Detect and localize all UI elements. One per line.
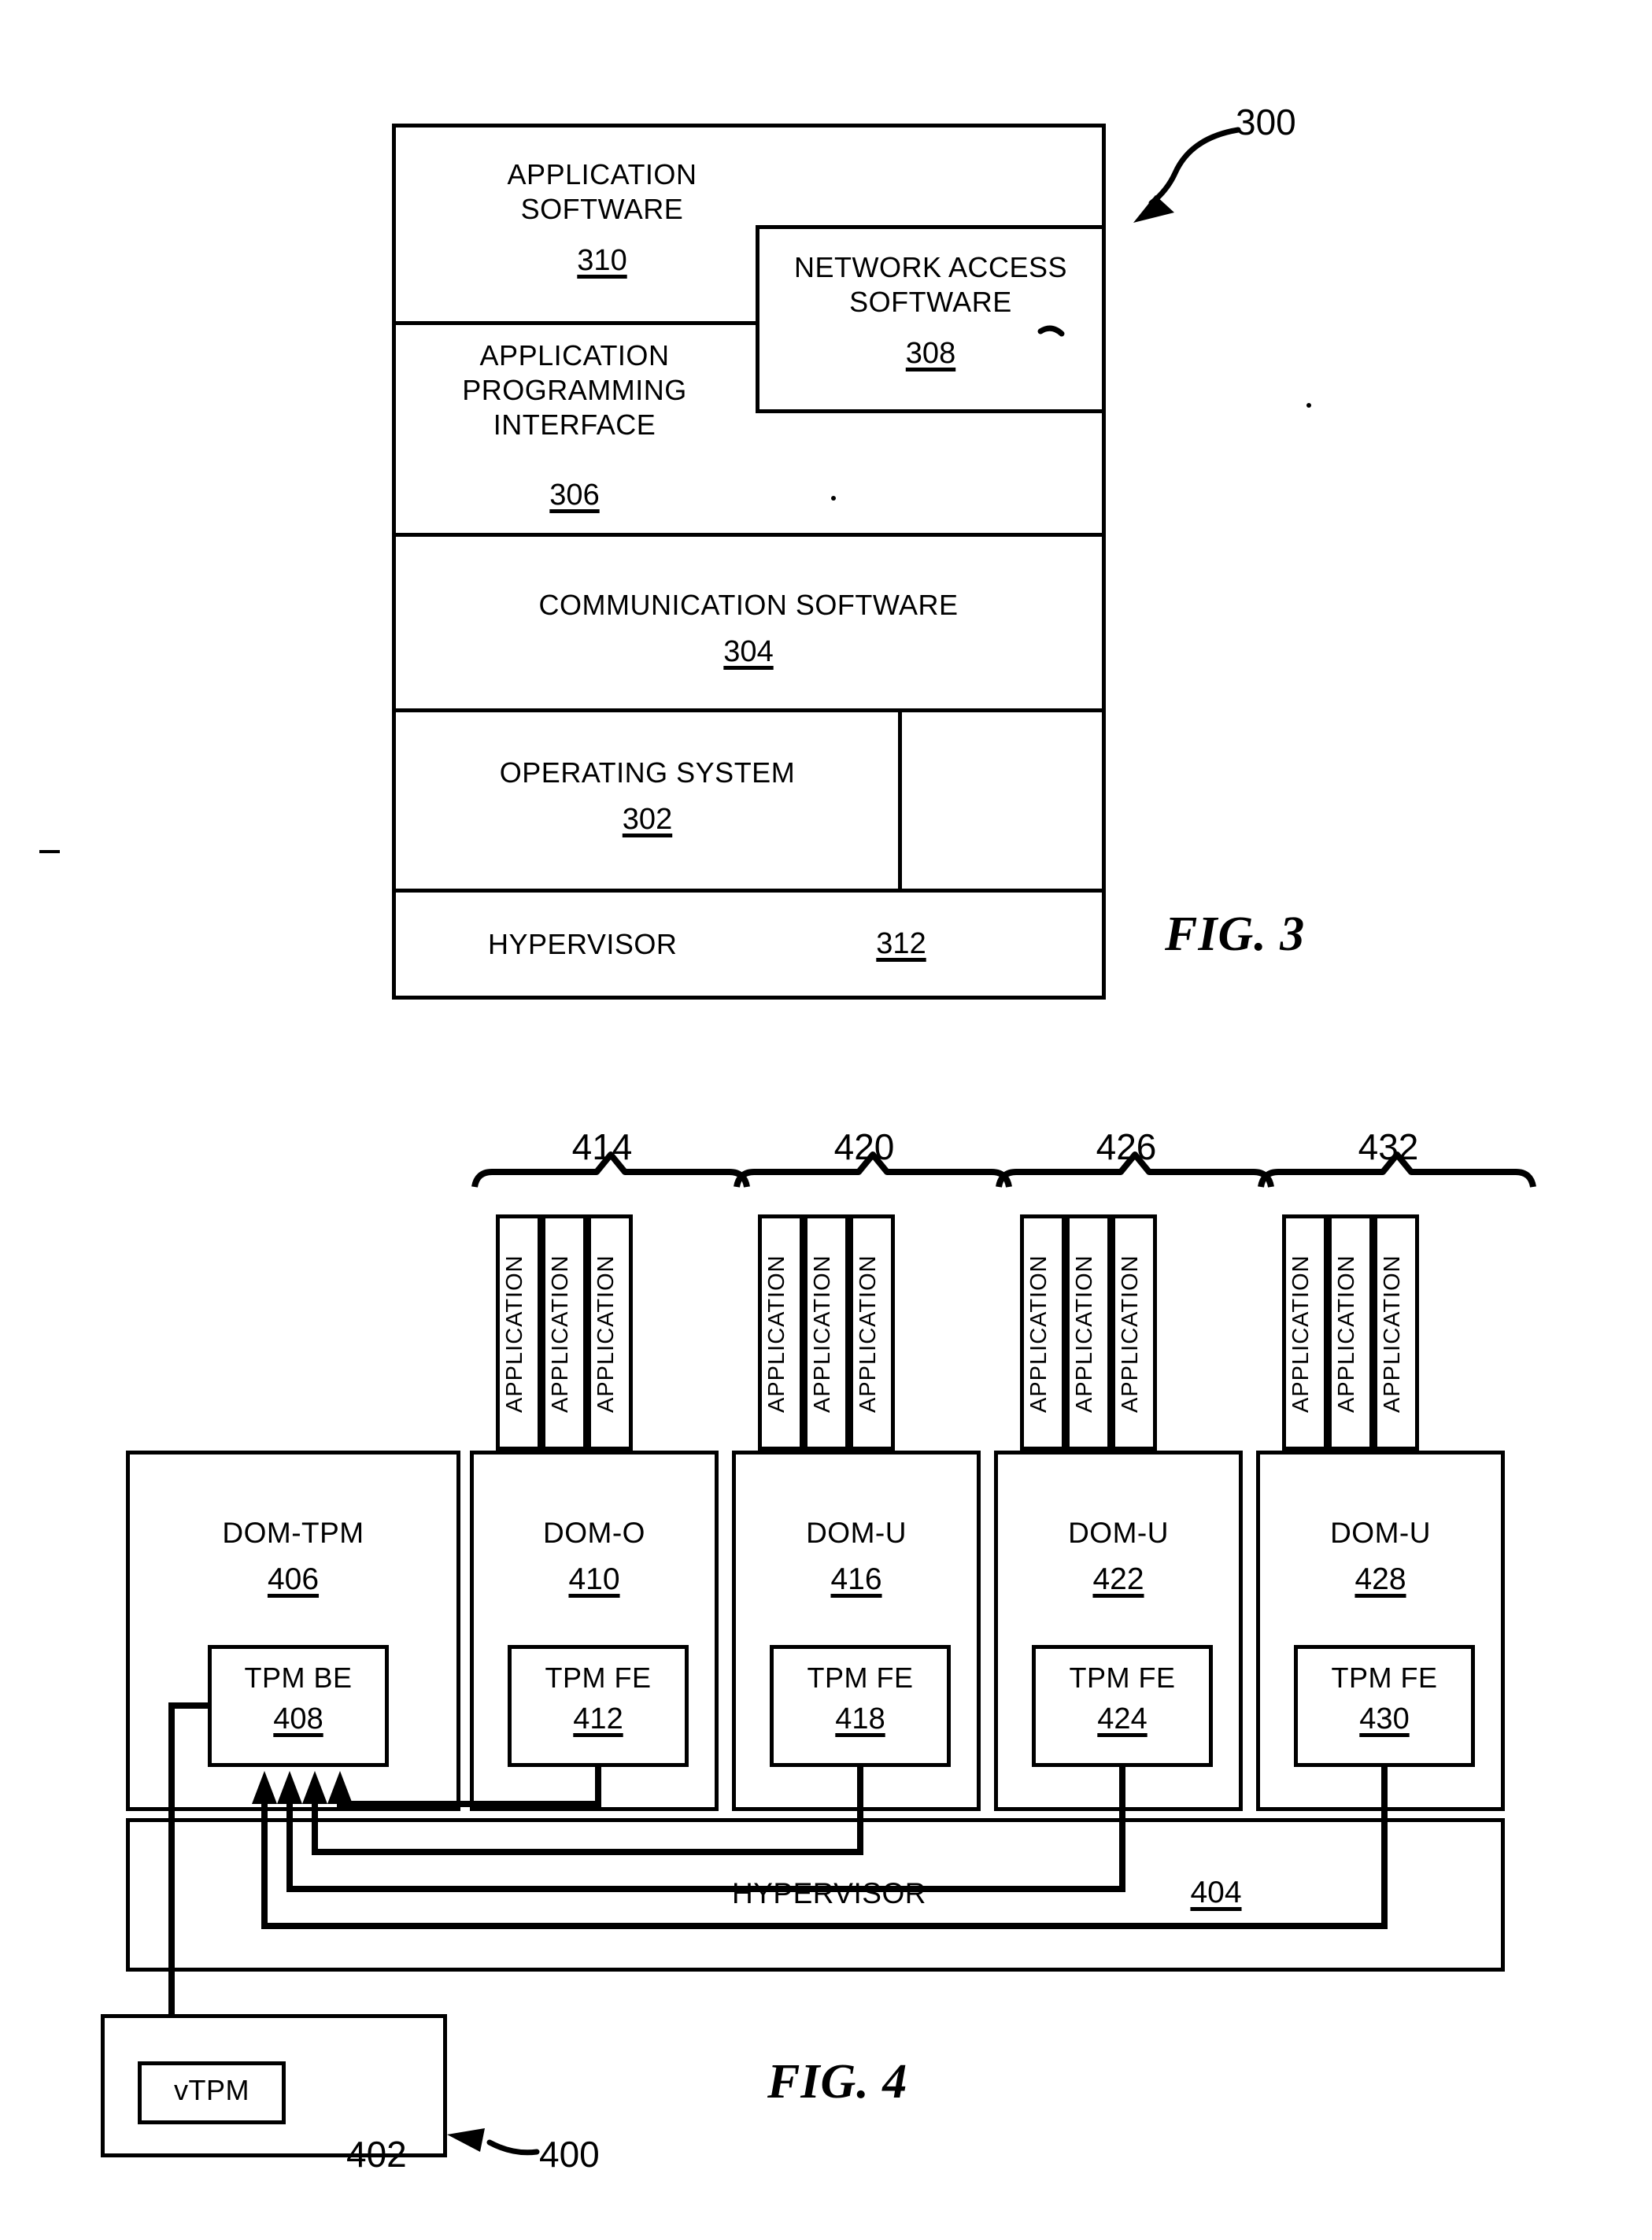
fig4-app-column-426-1-label: APPLICATION: [1026, 1255, 1051, 1414]
fig3-communication-software-ref: 304: [723, 635, 774, 668]
fig4-vtpm-ref: 402: [346, 2134, 407, 2175]
fig4-domain-ref-dom-0: 410: [568, 1562, 620, 1596]
fig3-application-software-ref: 310: [577, 244, 627, 277]
fig4-tpm-name-tpm-fe-418: TPM FE: [807, 1662, 914, 1694]
fig4-app-column-414-1-label: APPLICATION: [502, 1255, 527, 1414]
fig4-app-group-ref-426: 426: [1096, 1126, 1157, 1167]
fig3-api-ref: 306: [549, 479, 600, 512]
fig4-app-column-432-3-label: APPLICATION: [1380, 1255, 1405, 1414]
fig4-domain-name-dom-u-1: DOM-U: [806, 1517, 907, 1549]
fig3-speck-a: [831, 496, 836, 501]
fig4-tpm-ref-tpm-fe-430: 430: [1359, 1702, 1410, 1735]
fig4-tpm-ref-tpm-fe-418: 418: [835, 1702, 885, 1735]
fig4-system-ref: 400: [539, 2134, 600, 2175]
fig4-tpm-ref-tpm-fe-424: 424: [1097, 1702, 1148, 1735]
fig3-communication-software-label: COMMUNICATION SOFTWARE: [538, 589, 959, 621]
fig4-domain-name-dom-u-3: DOM-U: [1330, 1517, 1431, 1549]
fig4-domain-ref-dom-tpm: 406: [267, 1562, 320, 1596]
fig4-app-column-426-2-label: APPLICATION: [1072, 1255, 1097, 1414]
fig3-network-access-software-ref: 308: [905, 337, 956, 370]
fig4-app-column-414-3-label: APPLICATION: [593, 1255, 619, 1414]
fig4-domain-ref-dom-u-1: 416: [830, 1562, 882, 1596]
fig3-hypervisor-ref: 312: [876, 927, 926, 960]
fig3-system-ref: 300: [1236, 102, 1296, 142]
fig4-app-column-432-2-label: APPLICATION: [1334, 1255, 1359, 1414]
fig3-operating-system-ref: 302: [622, 803, 673, 836]
fig3-operating-system-label: OPERATING SYSTEM: [499, 756, 796, 789]
fig4-tpm-name-tpm-fe-424: TPM FE: [1069, 1662, 1176, 1694]
patent-figure-sheet: APPLICATION SOFTWARE 310 NETWORK ACCESS …: [0, 0, 1652, 2240]
fig3-speck-c: [39, 850, 60, 853]
fig4-tpm-name-tpm-fe-430: TPM FE: [1331, 1662, 1438, 1694]
fig3-speck-b: [1306, 403, 1311, 408]
fig3-api-label: APPLICATION PROGRAMMING INTERFACE: [462, 339, 687, 441]
fig4-tpm-name-tpm-fe-412: TPM FE: [545, 1662, 652, 1694]
fig4-domain-name-dom-u-2: DOM-U: [1068, 1517, 1169, 1549]
fig4-hypervisor-label: HYPERVISOR: [732, 1877, 926, 1909]
fig4-app-group-ref-432: 432: [1358, 1126, 1419, 1167]
fig4-app-column-432-1-label: APPLICATION: [1288, 1255, 1314, 1414]
fig3-operating-system-box: [392, 708, 902, 893]
fig4-app-column-426-3-label: APPLICATION: [1118, 1255, 1143, 1414]
fig4-domain-ref-dom-u-2: 422: [1092, 1562, 1144, 1596]
fig4-tpm-name-tpm-be: TPM BE: [244, 1662, 353, 1694]
fig4-domain-name-dom-tpm: DOM-TPM: [222, 1517, 364, 1549]
fig4-app-group-ref-414: 414: [571, 1126, 633, 1167]
fig4-app-column-420-1-label: APPLICATION: [764, 1255, 789, 1414]
fig4-domain-name-dom-0: DOM-O: [543, 1517, 645, 1549]
fig4-app-group-ref-420: 420: [833, 1126, 895, 1167]
fig4-hypervisor-ref: 404: [1190, 1876, 1242, 1909]
fig3-divider-api-comm: [392, 533, 1106, 537]
fig4-tpm-ref-tpm-fe-412: 412: [573, 1702, 623, 1735]
fig3-caption: FIG. 3: [1165, 907, 1306, 961]
fig4-vtpm-label: vTPM: [174, 2074, 249, 2106]
fig4-domain-ref-dom-u-3: 428: [1354, 1562, 1406, 1596]
fig3-hypervisor-label: HYPERVISOR: [488, 928, 678, 960]
fig4-app-column-414-2-label: APPLICATION: [548, 1255, 573, 1414]
fig4-app-column-420-2-label: APPLICATION: [810, 1255, 835, 1414]
fig3-network-access-software-label: NETWORK ACCESS SOFTWARE: [793, 251, 1068, 318]
fig4-caption: FIG. 4: [767, 2055, 908, 2109]
fig4-app-column-420-3-label: APPLICATION: [856, 1255, 881, 1414]
fig4-tpm-ref-tpm-be: 408: [273, 1702, 323, 1735]
fig3-application-software-label: APPLICATION SOFTWARE: [507, 158, 697, 225]
